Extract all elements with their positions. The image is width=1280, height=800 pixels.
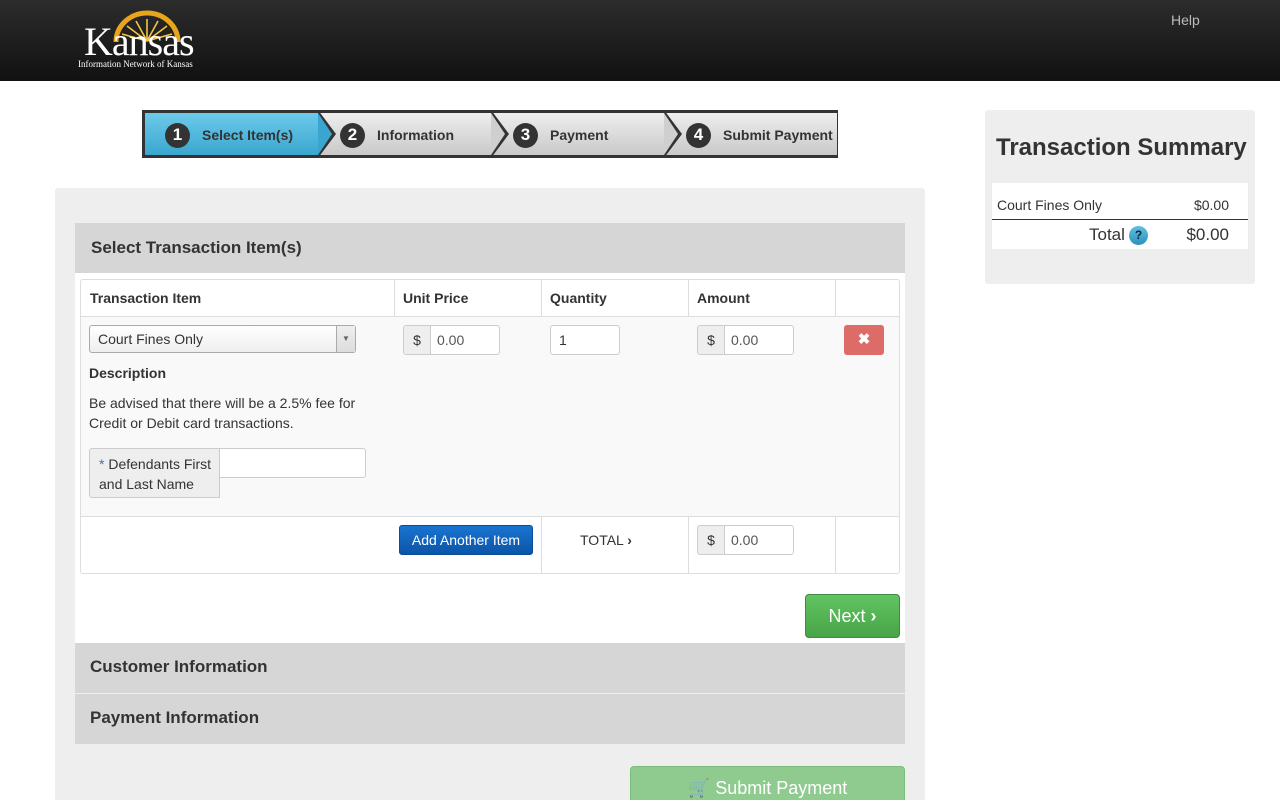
amount-field: $ 0.00 [697,325,794,355]
logo-wordmark: Kansas [84,19,195,64]
unit-price-field: $ 0.00 [403,325,500,355]
total-field: $ 0.00 [697,525,794,555]
transaction-item-select[interactable]: Court Fines Only ▼ [89,325,356,353]
step-arrow [318,113,332,155]
step-number: 4 [686,122,711,148]
step-number: 3 [513,122,538,148]
close-icon: ✖ [857,331,871,348]
summary-divider [992,219,1248,220]
help-link[interactable]: Help [1171,12,1200,28]
select-items-header[interactable]: Select Transaction Item(s) [75,223,905,273]
step-label: Submit Payment [723,126,833,143]
currency-addon: $ [697,325,725,355]
transaction-table: Transaction Item Unit Price Quantity Amo… [80,279,900,574]
unit-price-input[interactable]: 0.00 [430,325,500,355]
step-select-items: 1 Select Item(s) [145,110,336,158]
col-transaction-item: Transaction Item [90,290,202,306]
defendant-name-label: * Defendants First and Last Name [89,448,220,498]
quantity-input[interactable]: 1 [550,325,620,355]
summary-item-value: $0.00 [1193,197,1229,213]
amount-input[interactable]: 0.00 [724,325,794,355]
step-payment: 3 Payment [491,110,682,158]
payment-information-header[interactable]: Payment Information [75,694,905,744]
top-header: Kansas Information Network of Kansas Hel… [0,0,1280,81]
step-label: Select Item(s) [202,126,294,143]
total-label-text: TOTAL [580,532,624,548]
total-label: TOTAL › [580,532,632,548]
col-quantity: Quantity [550,290,607,306]
transaction-summary: Transaction Summary Court Fines Only $0.… [985,110,1255,284]
submit-payment-button[interactable]: 🛒 Submit Payment [630,766,905,800]
step-number: 2 [340,122,365,148]
chevron-down-icon[interactable]: ▼ [336,326,355,352]
next-button-label: Next [828,606,866,626]
currency-addon: $ [697,525,725,555]
col-unit-price: Unit Price [403,290,469,306]
summary-box: Court Fines Only $0.00 Total ? $0.00 [992,183,1248,249]
summary-title: Transaction Summary [996,134,1247,161]
col-amount: Amount [697,290,750,306]
summary-total-value: $0.00 [1186,225,1229,244]
chevron-right-icon: › [627,532,632,548]
step-label: Payment [550,126,609,143]
defendant-name-label-text: Defendants First and Last Name [99,456,212,492]
description-title: Description [89,365,167,381]
step-information: 2 Information [318,110,509,158]
total-input: 0.00 [724,525,794,555]
step-number: 1 [165,122,190,148]
table-row: Court Fines Only ▼ Description Be advise… [81,317,899,517]
kansas-logo[interactable]: Kansas Information Network of Kansas [78,10,208,72]
step-arrow [491,113,505,155]
chevron-right-icon: › [870,606,877,626]
logo-subtitle: Information Network of Kansas [78,59,193,69]
customer-information-header[interactable]: Customer Information [75,643,905,693]
currency-addon: $ [403,325,431,355]
step-arrow [664,113,678,155]
submit-payment-label: Submit Payment [715,778,848,798]
defendant-name-input[interactable] [219,448,366,478]
required-marker: * [99,456,105,472]
help-icon[interactable]: ? [1129,226,1148,245]
customer-information-section: Customer Information [75,643,905,693]
summary-item-name: Court Fines Only [997,197,1103,213]
summary-total-label: Total [1089,225,1125,244]
cart-icon: 🛒 [687,778,711,798]
selected-item: Court Fines Only [98,331,204,347]
select-items-section: Select Transaction Item(s) Transaction I… [75,223,905,643]
table-header-row: Transaction Item Unit Price Quantity Amo… [81,280,899,317]
step-submit-payment: 4 Submit Payment [664,113,837,155]
payment-information-section: Payment Information [75,694,905,744]
progress-steps: 1 Select Item(s) 2 Information 3 Payment… [142,110,838,158]
add-another-item-button[interactable]: Add Another Item [399,525,533,555]
step-label: Information [377,126,454,143]
checkout-panel: Select Transaction Item(s) Transaction I… [55,188,925,800]
next-button[interactable]: Next › [805,594,900,638]
defendant-name-group: * Defendants First and Last Name [89,448,366,498]
description-text: Be advised that there will be a 2.5% fee… [89,395,356,431]
delete-item-button[interactable]: ✖ [844,325,884,355]
